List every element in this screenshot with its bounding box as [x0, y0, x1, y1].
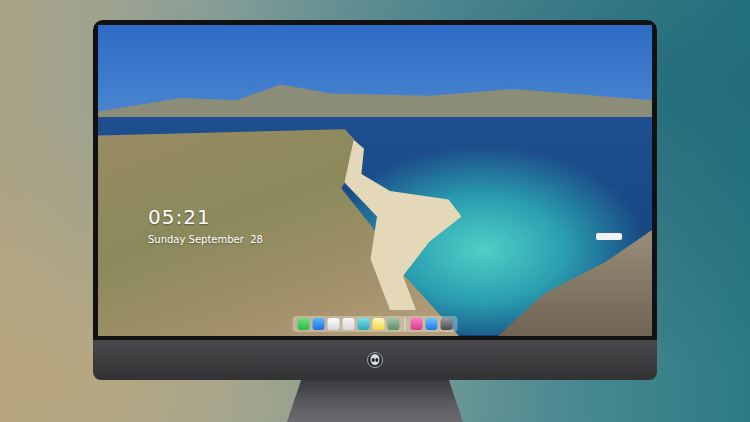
finder-icon[interactable]: [313, 318, 325, 330]
lock-time: 05:21: [148, 205, 263, 229]
monitor-chin: [93, 340, 657, 380]
lock-screen: 05:21 Sunday September 28: [98, 25, 652, 336]
dock: [293, 316, 458, 332]
safari-icon[interactable]: [328, 318, 340, 330]
appstore-icon[interactable]: [426, 318, 438, 330]
lock-date: Sunday September 28: [148, 233, 263, 247]
monitor-bezel: 05:21 Sunday September 28: [93, 20, 657, 340]
alien-logo-icon: [367, 352, 383, 368]
desktop-mockup: 05:21 Sunday September 28: [0, 0, 750, 422]
monitor: 05:21 Sunday September 28: [93, 20, 657, 380]
messages-icon[interactable]: [298, 318, 310, 330]
monitor-stand: [287, 380, 463, 422]
facetime-icon[interactable]: [358, 318, 370, 330]
clock-block: 05:21 Sunday September 28: [148, 205, 263, 247]
camera-icon[interactable]: [441, 318, 453, 330]
dock-separator: [405, 318, 406, 330]
notes-icon[interactable]: [373, 318, 385, 330]
wallpaper-photo: [98, 25, 652, 336]
photos-icon[interactable]: [343, 318, 355, 330]
music-icon[interactable]: [411, 318, 423, 330]
preview-icon[interactable]: [388, 318, 400, 330]
